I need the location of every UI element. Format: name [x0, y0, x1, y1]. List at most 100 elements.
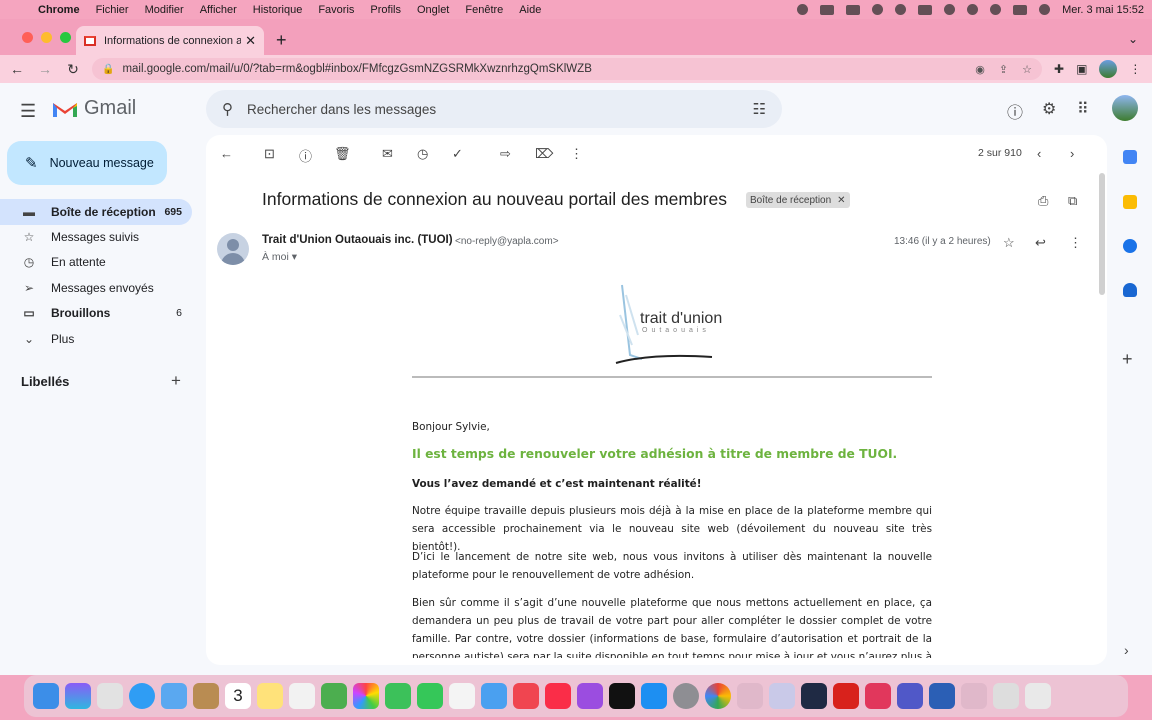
mark-unread-icon[interactable]: ✉ [382, 146, 393, 162]
mail-icon[interactable] [161, 683, 187, 709]
side-panel-icon[interactable]: ▣ [1076, 62, 1087, 76]
profile-avatar[interactable] [1099, 60, 1118, 78]
apps-grid-icon[interactable]: ⠿ [1077, 99, 1089, 119]
remove-label-icon[interactable]: ✕ [837, 195, 845, 206]
close-tab-icon[interactable]: ✕ [245, 33, 256, 49]
archive-icon[interactable]: ⊡ [264, 146, 275, 162]
search-input[interactable]: Rechercher dans les messages [247, 102, 753, 117]
spotlight-search-icon[interactable] [990, 4, 1002, 15]
music-icon[interactable] [545, 683, 571, 709]
facetime-icon[interactable] [417, 683, 443, 709]
keynote-icon[interactable] [481, 683, 507, 709]
more-vert-icon[interactable]: ⋮ [1069, 235, 1082, 251]
freeform-icon[interactable] [449, 683, 475, 709]
maps-icon[interactable] [321, 683, 347, 709]
address-bar[interactable]: 🔒 mail.google.com/mail/u/0/?tab=rm&ogbl#… [92, 58, 1042, 80]
finder-icon[interactable] [33, 683, 59, 709]
search-options-icon[interactable]: ☷ [753, 100, 766, 118]
notes-icon[interactable] [257, 683, 283, 709]
menu-profils[interactable]: Profils [362, 4, 409, 16]
preview-icon[interactable] [769, 683, 795, 709]
zoom-window-button[interactable] [60, 32, 71, 43]
search-bar[interactable]: ⚲ Rechercher dans les messages ☷ [206, 90, 782, 128]
menu-fenetre[interactable]: Fenêtre [457, 4, 511, 16]
recipient-dropdown[interactable]: À moi ▾ [262, 251, 297, 263]
sidebar-item-inbox[interactable]: ▬ Boîte de réception 695 [0, 199, 192, 225]
sidebar-item-starred[interactable]: ☆ Messages suivis [0, 224, 192, 250]
calendar-icon[interactable] [1123, 150, 1137, 164]
tasks-icon[interactable] [1123, 239, 1137, 253]
compose-button[interactable]: ✎ Nouveau message [7, 141, 167, 185]
sidebar-item-more[interactable]: ⌄ Plus [0, 326, 192, 352]
gmail-logo[interactable]: Gmail [52, 97, 136, 120]
url-text[interactable]: mail.google.com/mail/u/0/?tab=rm&ogbl#in… [122, 63, 961, 75]
system-settings-icon[interactable] [673, 683, 699, 709]
help-viewer-icon[interactable] [961, 683, 987, 709]
more-vert-icon[interactable]: ⋮ [570, 146, 583, 162]
minimize-window-button[interactable] [41, 32, 52, 43]
downloads-stack-icon[interactable] [993, 683, 1019, 709]
bluetooth-icon[interactable] [895, 4, 907, 15]
menubar-clock[interactable]: Mer. 3 mai 15:52 [1062, 4, 1144, 16]
siri-icon[interactable] [1039, 4, 1051, 15]
control-center-icon[interactable] [1013, 4, 1028, 15]
get-addons-icon[interactable]: + [1122, 349, 1133, 370]
add-task-icon[interactable]: ✓ [452, 146, 463, 162]
tab-search-chevron-icon[interactable]: ⌄ [1128, 32, 1138, 46]
browser-tab-active[interactable]: Informations de connexion au n ✕ [76, 26, 264, 55]
screen-record-icon[interactable] [872, 4, 884, 15]
menu-historique[interactable]: Historique [245, 4, 311, 16]
gear-icon[interactable]: ⚙ [1042, 99, 1056, 119]
menu-favoris[interactable]: Favoris [310, 4, 362, 16]
account-avatar[interactable] [1112, 95, 1138, 121]
scrollbar[interactable] [1099, 173, 1105, 295]
news-icon[interactable] [513, 683, 539, 709]
print-icon[interactable]: ⎙ [1038, 193, 1048, 209]
help-app-icon[interactable] [737, 683, 763, 709]
label-icon[interactable]: ⌦ [535, 146, 553, 162]
newer-chevron-icon[interactable]: ‹ [1037, 146, 1041, 161]
bookmark-star-icon[interactable]: ☆ [1022, 63, 1032, 76]
app-store-icon[interactable] [641, 683, 667, 709]
contacts-icon[interactable] [1123, 283, 1137, 297]
sidebar-item-sent[interactable]: ➢ Messages envoyés [0, 275, 192, 301]
trash-icon[interactable] [1025, 683, 1051, 709]
menu-aide[interactable]: Aide [511, 4, 549, 16]
menu-fichier[interactable]: Fichier [88, 4, 137, 16]
messages-icon[interactable] [385, 683, 411, 709]
contacts-app-icon[interactable] [193, 683, 219, 709]
expand-panel-icon[interactable]: › [1124, 642, 1129, 658]
slack-icon[interactable] [865, 683, 891, 709]
menu-app[interactable]: Chrome [30, 4, 88, 16]
app-status-icon[interactable] [820, 4, 835, 15]
screen-recorder-icon[interactable] [801, 683, 827, 709]
lock-icon[interactable]: 🔒 [102, 64, 114, 75]
eye-icon[interactable]: ◉ [975, 63, 985, 76]
microphone-icon[interactable] [797, 4, 809, 15]
delete-icon[interactable]: 🗑 [334, 146, 351, 162]
hd-icon[interactable] [846, 4, 861, 15]
inbox-label-chip[interactable]: Boîte de réception ✕ [746, 192, 850, 208]
keep-icon[interactable] [1123, 195, 1137, 209]
apple-tv-icon[interactable] [609, 683, 635, 709]
teams-icon[interactable] [897, 683, 923, 709]
word-icon[interactable] [929, 683, 955, 709]
acrobat-icon[interactable] [833, 683, 859, 709]
siri-icon[interactable] [65, 683, 91, 709]
open-new-window-icon[interactable]: ⧉ [1068, 193, 1077, 209]
extensions-puzzle-icon[interactable]: ✚ [1054, 62, 1064, 76]
launchpad-icon[interactable] [97, 683, 123, 709]
menu-modifier[interactable]: Modifier [137, 4, 192, 16]
browser-menu-icon[interactable]: ⋮ [1129, 62, 1141, 76]
photos-icon[interactable] [353, 683, 379, 709]
help-icon[interactable]: ⓘ [1007, 99, 1023, 123]
reply-icon[interactable]: ↩ [1035, 235, 1046, 251]
older-chevron-icon[interactable]: › [1070, 146, 1074, 161]
close-window-button[interactable] [22, 32, 33, 43]
safari-icon[interactable] [129, 683, 155, 709]
reload-icon[interactable]: ↻ [62, 61, 84, 78]
back-to-inbox-icon[interactable]: ← [220, 146, 233, 161]
report-spam-icon[interactable]: ⓘ [299, 146, 312, 165]
calendar-app-icon[interactable]: 3 [225, 683, 251, 709]
wifi-icon[interactable] [944, 4, 956, 15]
